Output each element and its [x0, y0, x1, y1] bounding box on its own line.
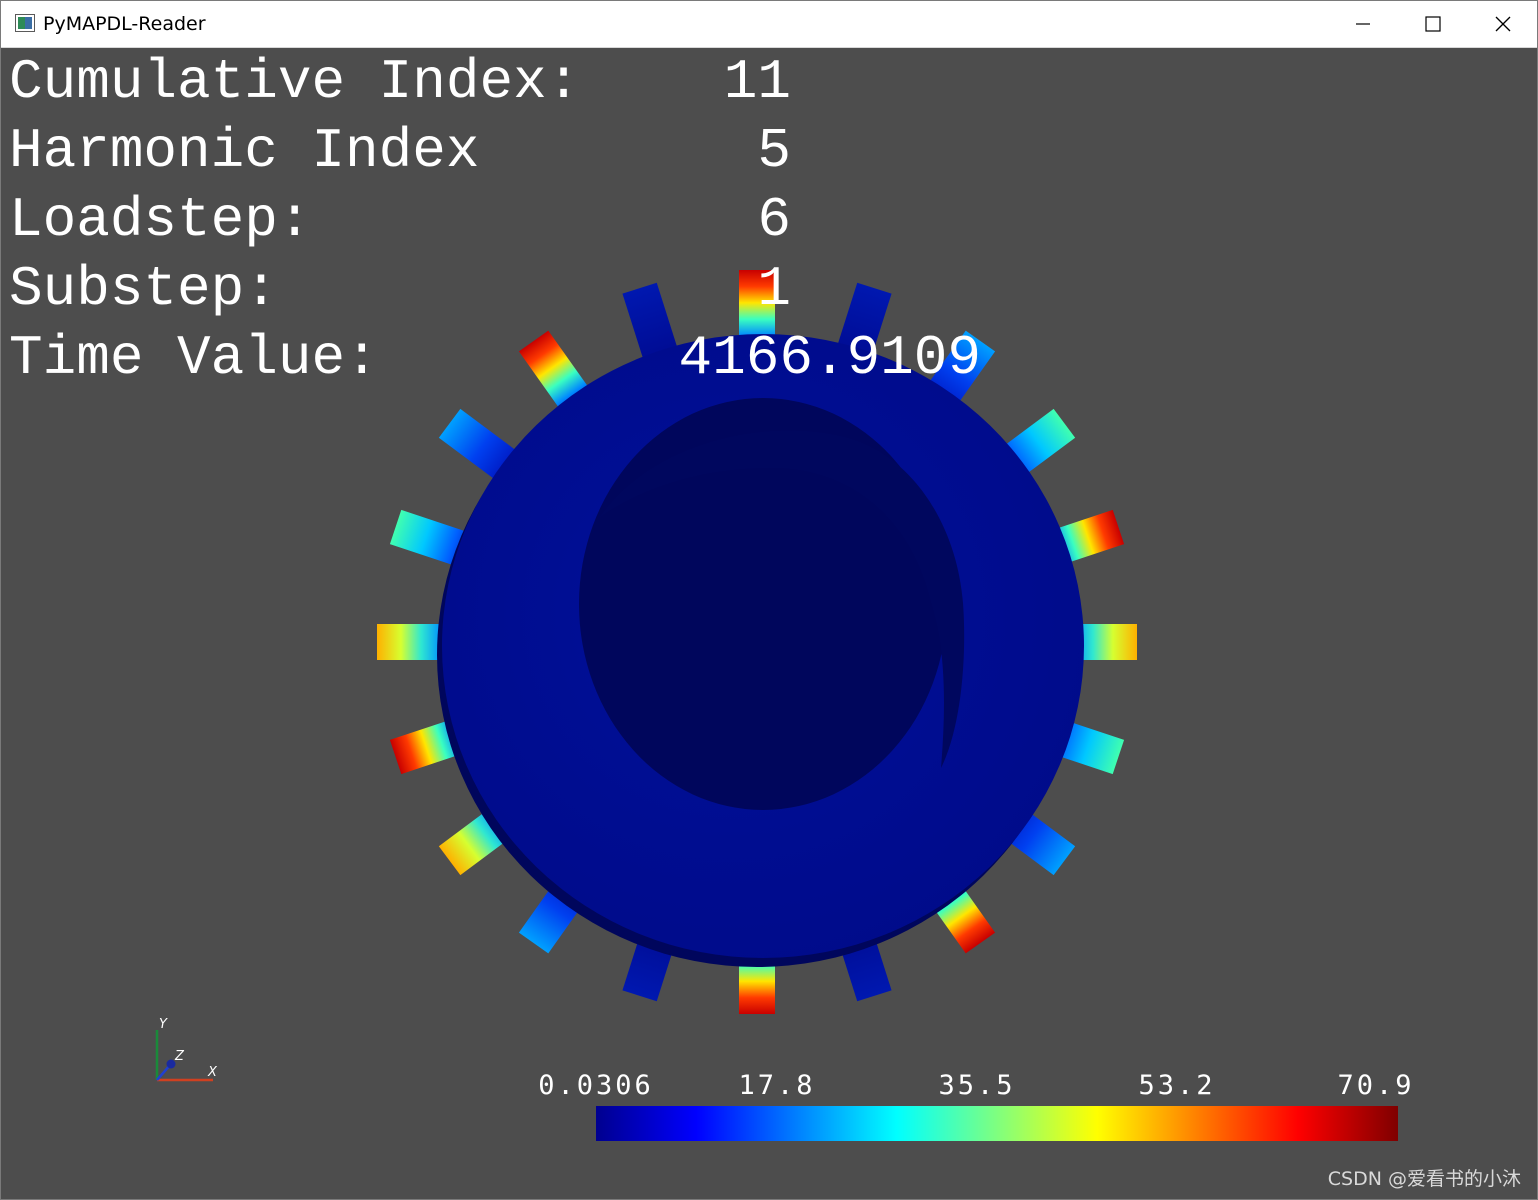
- colorbar-tick-0: 0.0306: [538, 1070, 654, 1101]
- info-value-time-value: 4166.9109: [678, 326, 981, 390]
- info-overlay: Cumulative Index: 11 Harmonic Index 5 Lo…: [1, 48, 981, 1152]
- colorbar-tick-4: 70.9: [1337, 1070, 1415, 1101]
- close-button[interactable]: [1468, 1, 1537, 47]
- app-window: PyMAPDL-Reader Cumulative Index: 11 Harm…: [0, 0, 1538, 1200]
- render-viewport[interactable]: Cumulative Index: 11 Harmonic Index 5 Lo…: [1, 48, 1537, 1199]
- info-label-cumulative-index: Cumulative Index:: [9, 50, 581, 114]
- colorbar-tick-2: 35.5: [938, 1070, 1016, 1101]
- close-icon: [1495, 16, 1511, 32]
- colorbar-tick-3: 53.2: [1138, 1070, 1216, 1101]
- app-icon: [15, 14, 35, 32]
- watermark: CSDN @爱看书的小沐: [1327, 1168, 1521, 1190]
- title-bar[interactable]: PyMAPDL-Reader: [1, 1, 1537, 48]
- info-label-loadstep: Loadstep:: [9, 188, 312, 252]
- orientation-axes: Y Z X: [155, 1017, 218, 1082]
- colorbar: [596, 1106, 1398, 1141]
- info-value-harmonic-index: 5: [757, 119, 791, 183]
- axis-y-label: Y: [159, 1017, 168, 1032]
- minimize-icon: [1356, 23, 1370, 25]
- maximize-icon: [1425, 16, 1441, 32]
- info-value-loadstep: 6: [757, 188, 791, 252]
- window-title: PyMAPDL-Reader: [43, 13, 206, 35]
- info-label-time-value: Time Value:: [9, 326, 379, 390]
- info-label-substep: Substep:: [9, 257, 278, 321]
- minimize-button[interactable]: [1328, 1, 1398, 47]
- axis-x-label: X: [207, 1065, 218, 1080]
- axis-z-label: Z: [174, 1049, 185, 1064]
- maximize-button[interactable]: [1398, 1, 1468, 47]
- info-value-substep: 1: [757, 257, 791, 321]
- colorbar-tick-1: 17.8: [738, 1070, 816, 1101]
- info-label-harmonic-index: Harmonic Index: [9, 119, 480, 183]
- info-value-cumulative-index: 11: [723, 50, 791, 114]
